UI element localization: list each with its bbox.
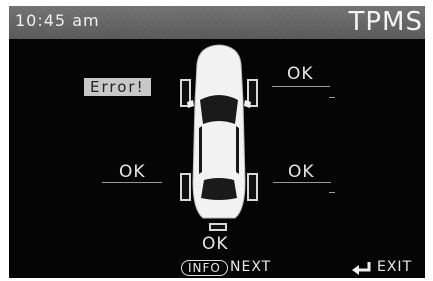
info-button[interactable]: INFO [181,260,228,276]
tpms-screen: 10:45 am TPMS Error! OK OK OK OK INFO NE… [9,6,425,278]
rear-left-tire-status: OK [119,162,146,182]
exit-label[interactable]: EXIT [377,259,412,275]
page-title: TPMS [348,7,423,37]
front-left-tire-status: Error! [84,78,151,96]
next-label: NEXT [230,259,272,275]
clock: 10:45 am [15,11,100,30]
rear-right-leader-line [273,182,331,183]
spare-tire-status: OK [202,234,229,254]
spare-tire-icon [209,223,227,231]
rear-right-leader-tick [329,192,335,193]
enter-return-icon[interactable] [350,260,374,276]
rear-left-leader-line [102,182,162,183]
front-right-tire-status: OK [287,64,314,84]
car-top-view-icon [180,44,258,219]
rear-right-tire-status: OK [288,162,315,182]
front-right-leader-tick [329,97,335,98]
front-right-leader-line [272,86,330,87]
